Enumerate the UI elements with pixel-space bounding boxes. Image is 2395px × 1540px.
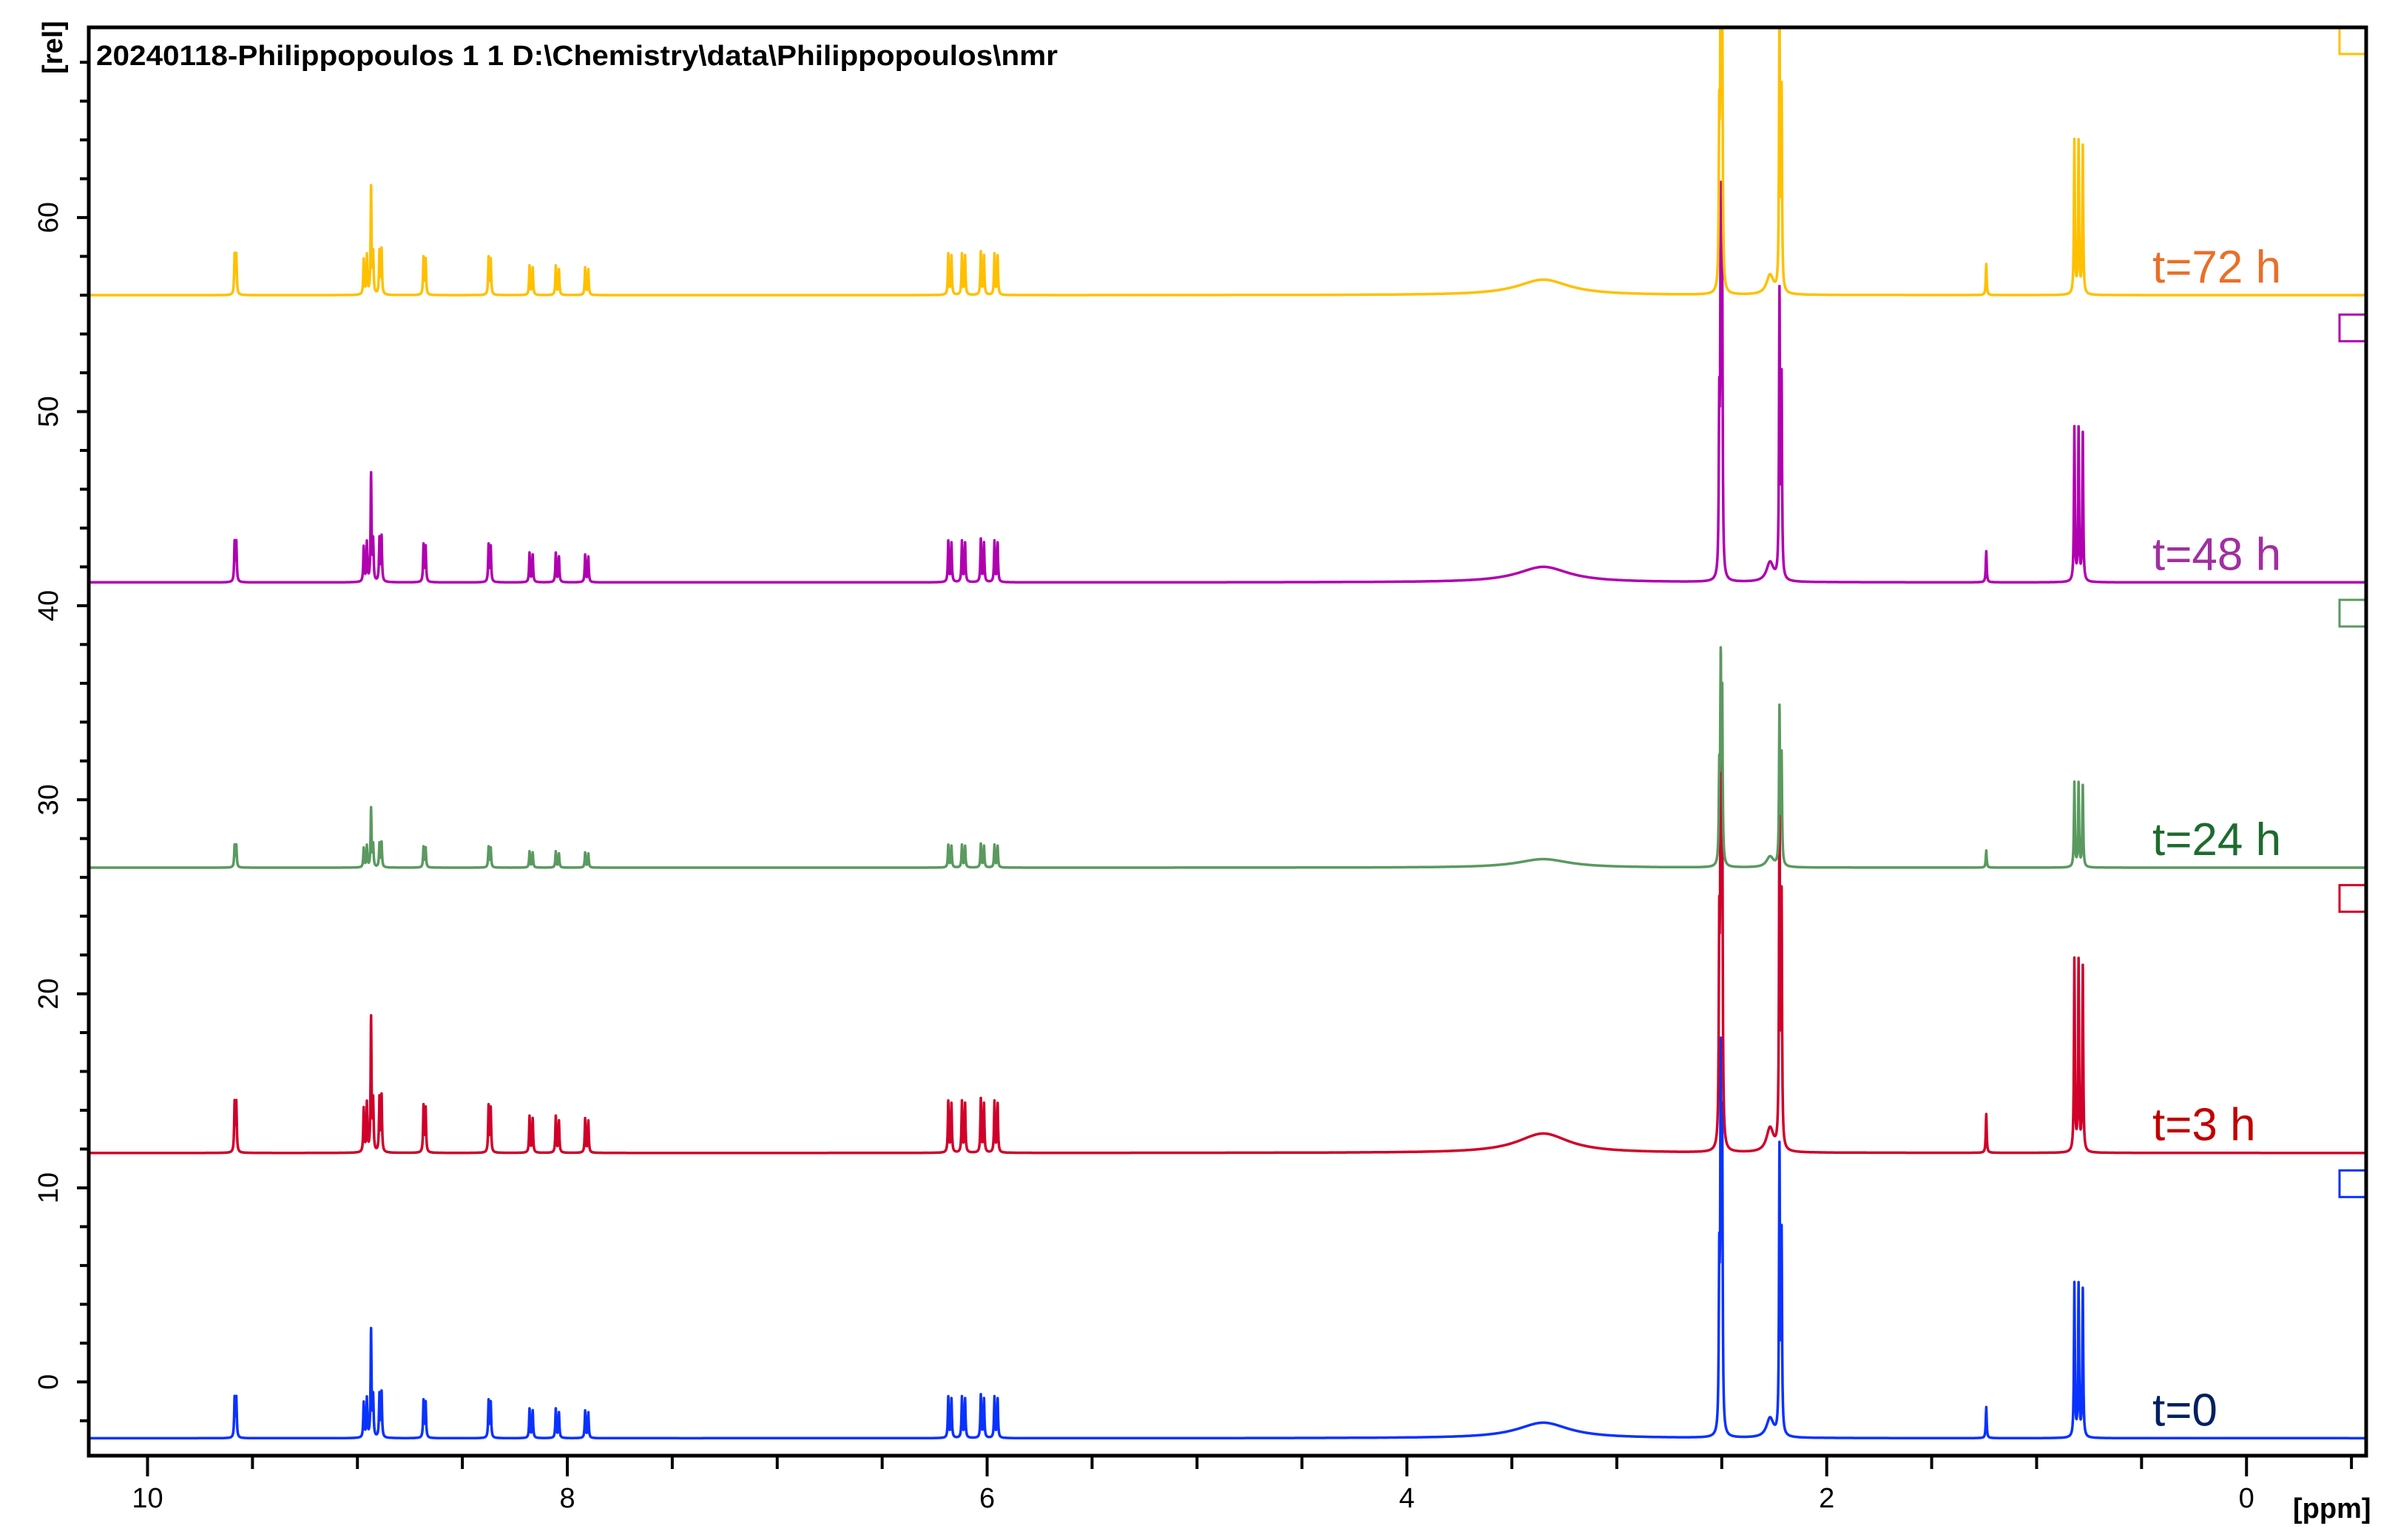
x-tick-label: 0	[2239, 1483, 2254, 1514]
series-marker-box[interactable]	[2338, 598, 2368, 628]
x-axis-label: [ppm]	[2293, 1493, 2371, 1524]
series-marker-box[interactable]	[2338, 1169, 2368, 1198]
y-axis-label: [rel]	[38, 21, 69, 74]
y-tick-label: 30	[33, 784, 64, 815]
series-marker-box[interactable]	[2338, 884, 2368, 913]
x-tick-label: 8	[559, 1483, 575, 1514]
series-labels: t=0 t=3 h t=24 h t=48 h t=72 h	[2152, 242, 2281, 1436]
series-label: t=24 h	[2152, 814, 2281, 865]
nmr-stacked-spectra-chart: 10 8 6 4 2 00102030405060 20240118-Philippopo…	[33, 21, 2371, 1524]
series-label: t=0	[2152, 1385, 2217, 1436]
series-marker-box[interactable]	[2338, 313, 2368, 342]
series-label: t=48 h	[2152, 529, 2281, 580]
y-tick-label: 50	[33, 396, 64, 427]
spectrum-t-3-h	[89, 651, 2366, 1155]
y-tick-label: 10	[33, 1172, 64, 1203]
spectrum-t-48-h	[89, 180, 2366, 584]
spectrum-t-0	[89, 1036, 2366, 1440]
y-tick-label: 40	[33, 590, 64, 621]
chart-title: 20240118-Philippopoulos 1 1 D:\Chemistry…	[96, 41, 1058, 72]
x-tick-label: 4	[1399, 1483, 1415, 1514]
y-tick-label: 60	[33, 202, 64, 233]
axes: 10 8 6 4 2 00102030405060	[33, 61, 2354, 1514]
y-tick-label: 20	[33, 978, 64, 1009]
plot-frame	[87, 25, 2368, 1458]
x-tick-label: 6	[979, 1483, 995, 1514]
spectra-group	[89, 27, 2366, 1440]
spectrum-t-24-h	[89, 646, 2366, 869]
y-tick-label: 0	[33, 1374, 64, 1390]
series-label: t=3 h	[2152, 1100, 2256, 1151]
series-marker-box[interactable]	[2338, 26, 2368, 55]
series-markers	[2338, 26, 2368, 1198]
series-label: t=72 h	[2152, 242, 2281, 293]
x-tick-label: 2	[1819, 1483, 1834, 1514]
x-tick-label: 10	[132, 1483, 163, 1514]
